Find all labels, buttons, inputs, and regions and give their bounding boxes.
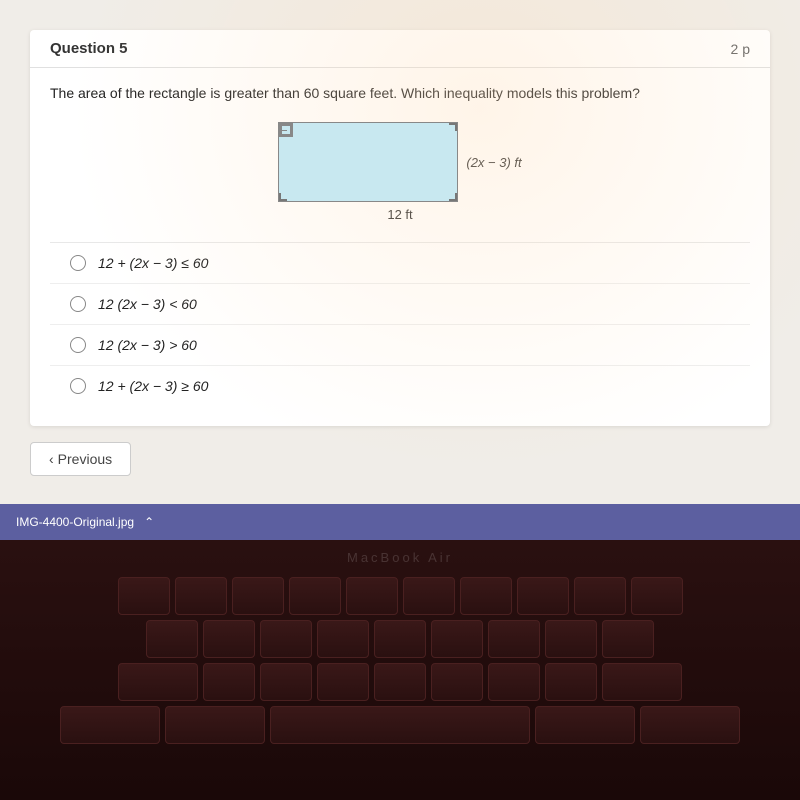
radio-c[interactable] — [70, 337, 86, 353]
diagram-area: (2x − 3) ft 12 ft — [50, 122, 750, 222]
key-z[interactable] — [203, 663, 255, 701]
question-text: The area of the rectangle is greater tha… — [50, 83, 750, 104]
bottom-label: 12 ft — [387, 207, 412, 222]
option-row-b[interactable]: 12 (2x − 3) < 60 — [50, 284, 750, 325]
key-v[interactable] — [374, 663, 426, 701]
option-text-b: 12 (2x − 3) < 60 — [98, 296, 197, 312]
key-row-3 — [20, 663, 780, 701]
option-text-c: 12 (2x − 3) > 60 — [98, 337, 197, 353]
key-p[interactable] — [631, 577, 683, 615]
key-y[interactable] — [403, 577, 455, 615]
radio-d[interactable] — [70, 378, 86, 394]
key-r[interactable] — [289, 577, 341, 615]
key-j[interactable] — [488, 620, 540, 658]
previous-label: Previous — [58, 451, 112, 467]
keyboard-area: MacBook Air — [0, 540, 800, 800]
key-shift[interactable] — [118, 663, 198, 701]
option-text-a: 12 + (2x − 3) ≤ 60 — [98, 255, 208, 271]
key-h[interactable] — [431, 620, 483, 658]
key-e[interactable] — [232, 577, 284, 615]
question-points: 2 p — [731, 41, 750, 57]
key-row-2 — [20, 620, 780, 658]
option-text-d: 12 + (2x − 3) ≥ 60 — [98, 378, 208, 394]
key-alt[interactable] — [165, 706, 265, 744]
key-u[interactable] — [460, 577, 512, 615]
key-n[interactable] — [488, 663, 540, 701]
question-body: The area of the rectangle is greater tha… — [30, 68, 770, 426]
corner-tl — [279, 123, 287, 131]
key-alt-right[interactable] — [535, 706, 635, 744]
question-header: Question 5 2 p — [30, 30, 770, 68]
download-filename: IMG-4400-Original.jpg — [16, 515, 134, 529]
option-row-c[interactable]: 12 (2x − 3) > 60 — [50, 325, 750, 366]
key-row-4 — [20, 706, 780, 744]
question-number: Question 5 — [50, 40, 128, 57]
key-s[interactable] — [203, 620, 255, 658]
key-g[interactable] — [374, 620, 426, 658]
keyboard-rows — [0, 577, 800, 744]
side-label: (2x − 3) ft — [466, 155, 521, 170]
corner-tr — [449, 123, 457, 131]
previous-chevron-icon: ‹ — [49, 451, 54, 467]
key-l[interactable] — [602, 620, 654, 658]
key-k[interactable] — [545, 620, 597, 658]
key-space[interactable] — [270, 706, 530, 744]
key-t[interactable] — [346, 577, 398, 615]
key-shift-right[interactable] — [602, 663, 682, 701]
corner-br — [449, 193, 457, 201]
download-bar: IMG-4400-Original.jpg ⌃ — [0, 504, 800, 540]
key-x[interactable] — [260, 663, 312, 701]
key-ctrl[interactable] — [60, 706, 160, 744]
rectangle-shape — [278, 122, 458, 202]
corner-bl — [279, 193, 287, 201]
previous-button[interactable]: ‹ Previous — [30, 442, 131, 476]
macbook-label: MacBook Air — [347, 550, 453, 565]
option-row-a[interactable]: 12 + (2x − 3) ≤ 60 — [50, 243, 750, 284]
key-q[interactable] — [118, 577, 170, 615]
key-ctrl-right[interactable] — [640, 706, 740, 744]
key-row-1 — [20, 577, 780, 615]
key-d[interactable] — [260, 620, 312, 658]
screen: Question 5 2 p The area of the rectangle… — [0, 0, 800, 540]
rectangle-wrapper: (2x − 3) ft — [278, 122, 521, 202]
key-b[interactable] — [431, 663, 483, 701]
chevron-up-icon[interactable]: ⌃ — [144, 515, 154, 529]
key-o[interactable] — [574, 577, 626, 615]
key-m[interactable] — [545, 663, 597, 701]
key-w[interactable] — [175, 577, 227, 615]
key-c[interactable] — [317, 663, 369, 701]
key-f[interactable] — [317, 620, 369, 658]
key-i[interactable] — [517, 577, 569, 615]
options-area: 12 + (2x − 3) ≤ 60 12 (2x − 3) < 60 12 (… — [50, 242, 750, 406]
radio-a[interactable] — [70, 255, 86, 271]
option-row-d[interactable]: 12 + (2x − 3) ≥ 60 — [50, 366, 750, 406]
key-a[interactable] — [146, 620, 198, 658]
question-card: Question 5 2 p The area of the rectangle… — [30, 30, 770, 426]
radio-b[interactable] — [70, 296, 86, 312]
